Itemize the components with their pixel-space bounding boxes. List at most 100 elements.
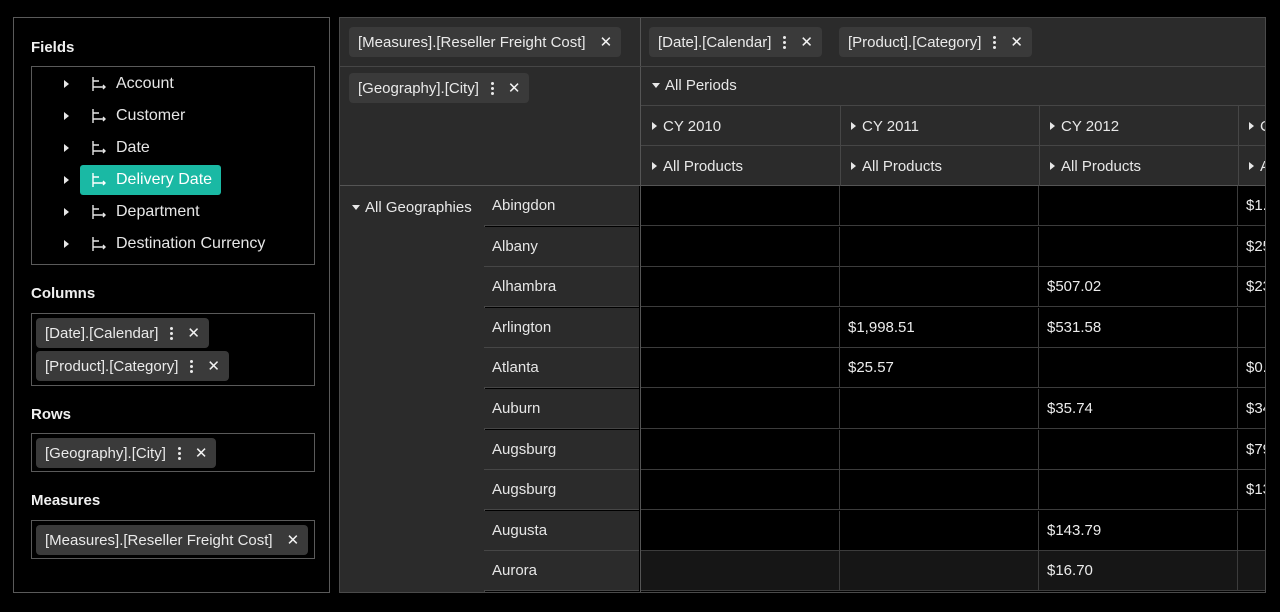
close-icon[interactable]: ✕ [207,357,220,375]
all-periods-header[interactable]: All Periods [652,77,737,94]
value-cell[interactable] [840,470,1039,511]
year-header[interactable]: CY 2011 [851,118,919,135]
measures-dropzone[interactable]: [Measures].[Reseller Freight Cost] ✕ [31,520,315,559]
value-cell[interactable] [1039,470,1238,511]
value-cell[interactable] [1238,510,1265,551]
row-header-city[interactable]: Alhambra [484,267,639,308]
year-header[interactable]: CY 2012 [1050,118,1119,135]
value-cell[interactable] [840,389,1039,429]
expand-arrow-icon[interactable] [64,80,69,88]
all-geographies-header[interactable]: All Geographies [352,199,472,216]
close-icon[interactable]: ✕ [600,33,613,51]
value-cell[interactable] [1039,429,1238,470]
row-chip-geography-city[interactable]: [Geography].[City] ✕ [36,438,217,468]
expand-arrow-icon[interactable] [1050,122,1055,131]
more-options-icon[interactable] [190,358,194,375]
row-header-city[interactable]: Albany [484,226,639,267]
value-cell[interactable]: $23 [1238,267,1265,308]
expand-arrow-icon[interactable] [1249,122,1254,131]
column-chip-product-category[interactable]: [Product].[Category] ✕ [36,351,229,381]
close-icon[interactable]: ✕ [195,444,208,462]
expand-arrow-icon[interactable] [64,240,69,248]
value-cell[interactable]: $25 [1238,226,1265,267]
value-cell[interactable] [1238,307,1265,348]
value-cell[interactable]: $1,998.51 [840,307,1039,348]
expand-arrow-icon[interactable] [652,162,657,171]
value-cell[interactable] [1039,348,1238,389]
collapse-arrow-icon[interactable] [652,82,660,88]
value-cell[interactable] [1039,226,1238,267]
more-options-icon[interactable] [170,325,174,342]
header-column-chip-product-category[interactable]: [Product].[Category] ✕ [839,27,1032,57]
value-cell[interactable] [641,470,840,511]
row-header-city[interactable]: Aurora [484,551,639,592]
value-cell[interactable] [840,186,1039,226]
more-options-icon[interactable] [993,34,997,51]
value-cell[interactable] [1039,186,1238,226]
value-cell[interactable]: $35.74 [1039,389,1238,429]
field-date[interactable]: Date [32,133,314,163]
value-cell[interactable] [840,226,1039,267]
value-cell[interactable] [641,186,840,226]
value-cell[interactable]: $531.58 [1039,307,1238,348]
row-header-city[interactable]: Atlanta [484,348,639,389]
columns-dropzone[interactable]: [Date].[Calendar] ✕ [Product].[Category]… [31,313,315,386]
year-header[interactable]: C [1249,118,1265,135]
year-header[interactable]: CY 2010 [652,118,721,135]
row-header-city[interactable]: Auburn [484,389,639,429]
more-options-icon[interactable] [783,34,787,51]
close-icon[interactable]: ✕ [287,531,300,549]
header-row-chip-geography-city[interactable]: [Geography].[City] ✕ [349,73,530,103]
value-cell[interactable]: $1. [1238,186,1265,226]
value-cell[interactable]: $143.79 [1039,510,1238,551]
field-destination-currency[interactable]: Destination Currency [32,229,314,259]
expand-arrow-icon[interactable] [851,122,856,131]
value-cell[interactable]: $25.57 [840,348,1039,389]
header-column-chip-date-calendar[interactable]: [Date].[Calendar] ✕ [649,27,822,57]
measure-chip-reseller-freight-cost[interactable]: [Measures].[Reseller Freight Cost] ✕ [36,525,309,555]
column-chip-date-calendar[interactable]: [Date].[Calendar] ✕ [36,318,209,348]
expand-arrow-icon[interactable] [1249,162,1254,171]
value-cell[interactable] [641,348,840,389]
close-icon[interactable]: ✕ [508,79,521,97]
product-header[interactable]: A [1249,158,1265,175]
more-options-icon[interactable] [177,445,181,462]
field-account[interactable]: Account [32,69,314,99]
expand-arrow-icon[interactable] [64,144,69,152]
value-cell[interactable] [840,551,1039,592]
expand-arrow-icon[interactable] [64,112,69,120]
row-header-city[interactable]: Augsburg [484,470,639,511]
row-header-city[interactable]: Augsburg [484,429,639,470]
value-cell[interactable] [641,429,840,470]
value-cell[interactable]: $507.02 [1039,267,1238,308]
field-delivery-date[interactable]: Delivery Date [32,165,314,195]
value-cell[interactable]: $0. [1238,348,1265,389]
value-cell[interactable]: $34 [1238,389,1265,429]
product-header[interactable]: All Products [851,158,942,175]
value-cell[interactable] [641,551,840,592]
value-cell[interactable]: $79 [1238,429,1265,470]
field-customer[interactable]: Customer [32,101,314,131]
row-header-city[interactable]: Augusta [484,510,639,551]
product-header[interactable]: All Products [652,158,743,175]
close-icon[interactable]: ✕ [187,324,200,342]
value-cell[interactable]: $13 [1238,470,1265,511]
value-cell[interactable] [641,389,840,429]
value-cell[interactable] [641,307,840,348]
close-icon[interactable]: ✕ [1010,33,1023,51]
row-header-city[interactable]: Arlington [484,307,639,348]
value-cell[interactable] [840,510,1039,551]
header-measure-chip[interactable]: [Measures].[Reseller Freight Cost] ✕ [349,27,622,57]
expand-arrow-icon[interactable] [64,176,69,184]
value-cell[interactable]: $16.70 [1039,551,1238,592]
more-options-icon[interactable] [490,80,494,97]
field-department[interactable]: Department [32,197,314,227]
value-cell[interactable] [840,429,1039,470]
expand-arrow-icon[interactable] [64,208,69,216]
collapse-arrow-icon[interactable] [352,204,360,210]
row-header-city[interactable]: Abingdon [484,186,639,226]
expand-arrow-icon[interactable] [1050,162,1055,171]
value-cell[interactable] [641,226,840,267]
value-cell[interactable] [1238,551,1265,592]
rows-dropzone[interactable]: [Geography].[City] ✕ [31,433,315,472]
